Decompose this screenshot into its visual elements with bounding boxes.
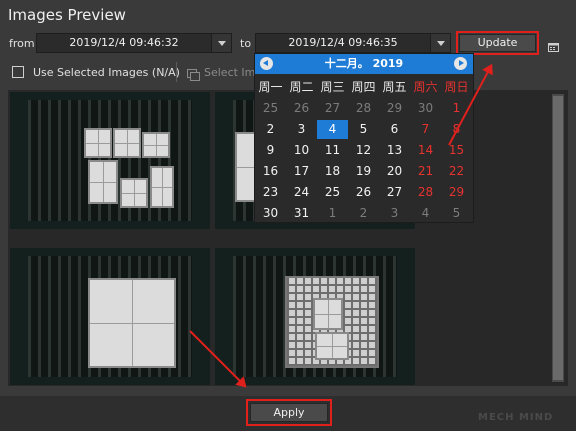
select-images-icon [187,66,200,81]
calendar-day[interactable]: 25 [255,98,286,119]
calendar-day[interactable]: 2 [348,203,379,224]
calendar-day[interactable]: 10 [286,140,317,161]
calendar-day[interactable]: 1 [317,203,348,224]
calendar-day[interactable]: 19 [348,161,379,182]
calendar-day[interactable]: 3 [286,119,317,140]
window-title: Images Preview [8,6,126,24]
calendar-day[interactable]: 31 [286,203,317,224]
weekday-header: 周日 [444,80,469,94]
calendar-day[interactable]: 28 [410,182,441,203]
calendar-day[interactable]: 2 [255,119,286,140]
calendar-day[interactable]: 24 [286,182,317,203]
calendar-day[interactable]: 15 [441,140,472,161]
calendar-day[interactable]: 29 [441,182,472,203]
from-datetime-picker[interactable]: 2019/12/4 09:46:32 [36,33,232,53]
to-datetime-picker[interactable]: 2019/12/4 09:46:35 [255,33,451,53]
calendar-day[interactable]: 18 [317,161,348,182]
calendar-day[interactable]: 30 [410,98,441,119]
gallery-scrollbar-thumb[interactable] [553,96,563,380]
calendar-day[interactable]: 7 [410,119,441,140]
preview-image-3[interactable] [10,248,210,385]
to-datetime-value: 2019/12/4 09:46:35 [288,36,398,49]
weekday-header: 周五 [382,80,407,94]
calendar-day[interactable]: 17 [286,161,317,182]
calendar-day[interactable]: 27 [317,98,348,119]
calendar-weekday-row: 周一 周二 周三 周四 周五 周六 周日 [255,78,473,96]
calendar-header: 十二月。 2019 [255,54,473,74]
calendar-icon[interactable] [548,37,559,52]
calendar-day[interactable]: 12 [348,140,379,161]
calendar-day[interactable]: 16 [255,161,286,182]
calendar-day[interactable]: 22 [441,161,472,182]
weekday-header: 周四 [351,80,376,94]
calendar-day[interactable]: 21 [410,161,441,182]
calendar-day[interactable]: 28 [348,98,379,119]
calendar-day[interactable]: 27 [379,182,410,203]
calendar-day[interactable]: 6 [379,119,410,140]
calendar-day[interactable]: 5 [441,203,472,224]
calendar-day[interactable]: 20 [379,161,410,182]
use-selected-images-label: Use Selected Images (N/A) [33,66,180,79]
calendar-day[interactable]: 9 [255,140,286,161]
calendar-day[interactable]: 11 [317,140,348,161]
calendar-day[interactable]: 30 [255,203,286,224]
from-dropdown-chevron-icon[interactable] [211,34,231,52]
calendar-day-grid: 2526272829301234567891011121314151617181… [255,98,473,224]
to-dropdown-chevron-icon[interactable] [430,34,450,52]
calendar-day-selected[interactable]: 4 [317,120,348,139]
calendar-popup: 十二月。 2019 周一 周二 周三 周四 周五 周六 周日 25 26 27 28 29 30 1 2 3… [254,53,474,223]
calendar-day[interactable]: 25 [317,182,348,203]
preview-image-1[interactable] [10,92,210,229]
from-label: from [9,37,35,50]
calendar-day[interactable]: 26 [286,98,317,119]
calendar-day[interactable]: 23 [255,182,286,203]
calendar-day[interactable]: 29 [379,98,410,119]
calendar-month-title[interactable]: 十二月。 2019 [255,54,473,74]
preview-image-4[interactable] [215,248,415,385]
from-datetime-value: 2019/12/4 09:46:32 [69,36,179,49]
calendar-day[interactable]: 4 [410,203,441,224]
calendar-day[interactable]: 5 [348,119,379,140]
calendar-day[interactable]: 14 [410,140,441,161]
apply-button[interactable]: Apply [250,403,328,422]
weekday-header: 周二 [289,80,314,94]
use-selected-images-checkbox[interactable] [12,66,24,78]
calendar-day[interactable]: 3 [379,203,410,224]
calendar-day[interactable]: 26 [348,182,379,203]
watermark-text: MECH MIND [478,412,554,423]
weekday-header: 周三 [320,80,345,94]
weekday-header: 周六 [413,80,438,94]
next-month-icon[interactable] [454,57,467,70]
toolbar-divider [176,62,177,82]
prev-month-icon[interactable] [260,57,273,70]
weekday-header: 周一 [258,80,283,94]
update-button[interactable]: Update [459,34,536,52]
to-label: to [240,37,252,50]
calendar-day[interactable]: 13 [379,140,410,161]
